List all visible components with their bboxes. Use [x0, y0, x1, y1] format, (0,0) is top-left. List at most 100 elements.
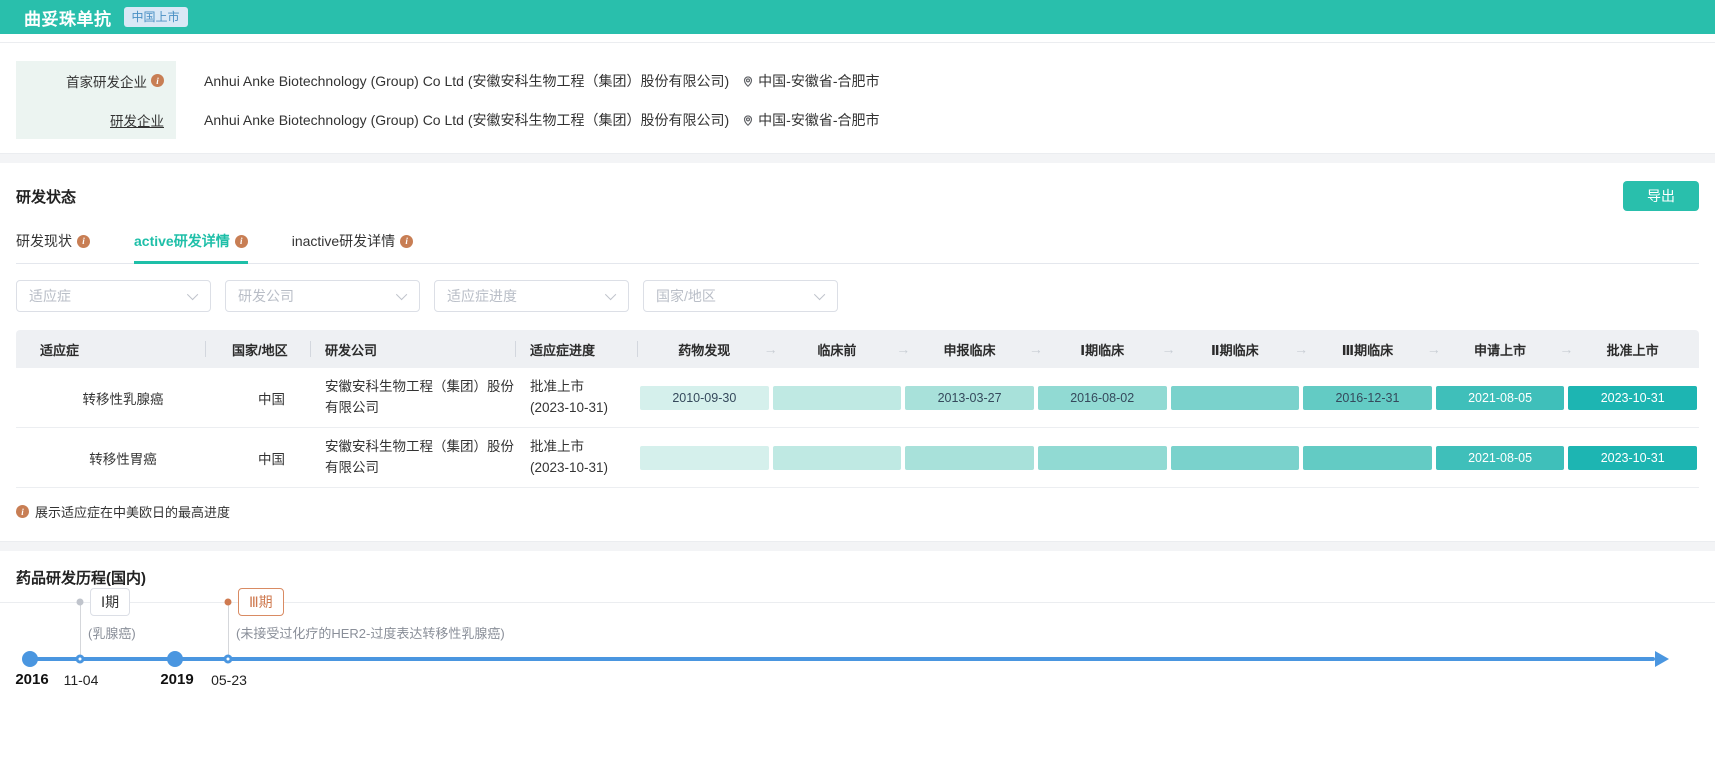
export-button[interactable]: 导出: [1623, 181, 1699, 211]
drug-header-bar: 曲妥珠单抗 中国上市: [0, 0, 1715, 34]
phase-bar: 2013-03-27: [905, 386, 1034, 410]
first-developer-row: 首家研发企业 i Anhui Anke Biotechnology (Group…: [16, 61, 1699, 100]
first-developer-label-cell: 首家研发企业 i: [16, 61, 176, 100]
header-progress: 适应症进度: [516, 340, 638, 359]
drug-name: 曲妥珠单抗: [24, 5, 112, 30]
arrow-right-icon: →: [1427, 341, 1441, 357]
phase-bar: [1038, 446, 1167, 470]
info-icon[interactable]: i: [235, 235, 248, 248]
filter-bar: 适应症 研发公司 适应症进度 国家/地区: [16, 280, 1699, 312]
event-dot-0523[interactable]: [224, 655, 233, 664]
info-icon[interactable]: i: [151, 74, 164, 87]
table-row: 转移性胃癌 中国 安徽安科生物工程（集团）股份有限公司 批准上市 (2023-1…: [16, 428, 1699, 488]
chevron-down-icon: [605, 289, 616, 300]
row2-company: 安徽安科生物工程（集团）股份有限公司: [311, 437, 516, 479]
info-icon: i: [16, 505, 29, 518]
chevron-down-icon: [814, 289, 825, 300]
timeline-riser: [80, 603, 81, 659]
filter-indication[interactable]: 适应症: [16, 280, 211, 312]
first-developer-company[interactable]: Anhui Anke Biotechnology (Group) Co Ltd …: [204, 71, 729, 91]
developer-row: 研发企业 Anhui Anke Biotechnology (Group) Co…: [16, 100, 1699, 139]
phase-bar: [1171, 446, 1300, 470]
timeline-section-title: 药品研发历程(国内): [16, 570, 146, 587]
phase-header-preclinical: 临床前→: [771, 340, 904, 359]
phase3-box[interactable]: Ⅲ期: [238, 588, 284, 616]
tab-rd-current-label: 研发现状: [16, 231, 72, 251]
development-timeline: Ⅰ期 (乳腺癌) Ⅲ期 (未接受过化疗的HER2-过度表达转移性乳腺癌) 201…: [0, 603, 1715, 778]
tab-inactive-rd-detail-label: inactive研发详情: [292, 231, 395, 251]
phase-bar: 2023-10-31: [1568, 386, 1697, 410]
arrow-right-icon: →: [1294, 341, 1308, 357]
phase3-marker-dot: [225, 599, 232, 606]
chevron-down-icon: [396, 289, 407, 300]
filter-country[interactable]: 国家/地区: [643, 280, 838, 312]
year-dot-2019: [167, 651, 183, 667]
timeline-axis: [30, 657, 1655, 661]
developer-location: 中国-安徽省-合肥市: [741, 110, 879, 130]
developer-value: Anhui Anke Biotechnology (Group) Co Ltd …: [176, 110, 1699, 130]
phase-headers: 药物发现→ 临床前→ 申报临床→ Ⅰ期临床→ Ⅱ期临床→ Ⅲ期临床→ 申请上市→…: [638, 340, 1699, 359]
developer-label[interactable]: 研发企业: [110, 110, 164, 130]
year-dot-2016: [22, 651, 38, 667]
phase-header-nda: 申请上市→: [1434, 340, 1567, 359]
rd-status-section: 研发状态 导出 研发现状 i active研发详情 i inactive研发详情…: [0, 181, 1715, 521]
filter-indication-progress[interactable]: 适应症进度: [434, 280, 629, 312]
date-label-0523: 05-23: [211, 672, 247, 688]
arrow-right-icon: →: [1029, 341, 1043, 357]
phase1-marker-dot: [77, 599, 84, 606]
arrow-right-icon: →: [764, 341, 778, 357]
tab-active-rd-detail-label: active研发详情: [134, 231, 230, 251]
chevron-down-icon: [187, 289, 198, 300]
year-label-2016: 2016: [15, 671, 48, 688]
filter-company-placeholder: 研发公司: [238, 286, 294, 306]
row1-company: 安徽安科生物工程（集团）股份有限公司: [311, 377, 516, 419]
phase1-detail: (乳腺癌): [88, 623, 136, 642]
phase-bar: [773, 446, 902, 470]
phase-bar: 2021-08-05: [1436, 446, 1565, 470]
first-developer-location: 中国-安徽省-合肥市: [741, 71, 879, 91]
phase-bar: 2021-08-05: [1436, 386, 1565, 410]
phase-header-approved: 批准上市: [1566, 340, 1699, 359]
tab-rd-current[interactable]: 研发现状 i: [16, 231, 90, 263]
date-label-1104: 11-04: [64, 672, 99, 688]
developer-location-text: 中国-安徽省-合肥市: [758, 110, 879, 130]
header-company: 研发公司: [311, 340, 516, 359]
phase-header-phase3: Ⅲ期临床→: [1301, 340, 1434, 359]
info-icon[interactable]: i: [400, 235, 413, 248]
year-label-2019: 2019: [160, 671, 193, 688]
phase-bar: [1171, 386, 1300, 410]
first-developer-label: 首家研发企业: [66, 71, 147, 91]
arrow-right-icon: →: [896, 341, 910, 357]
phase-header-discovery: 药物发现→: [638, 340, 771, 359]
section-gap: [0, 541, 1715, 551]
filter-indication-placeholder: 适应症: [29, 286, 71, 306]
tab-active-rd-detail[interactable]: active研发详情 i: [134, 231, 248, 263]
info-icon[interactable]: i: [77, 235, 90, 248]
phase-bar: [1303, 446, 1432, 470]
row2-phase-bars: 2021-08-05 2023-10-31: [638, 446, 1699, 470]
phase1-box[interactable]: Ⅰ期: [90, 588, 130, 616]
section-gap: [0, 153, 1715, 163]
header-country: 国家/地区: [206, 340, 311, 359]
timeline-arrowhead-icon: [1655, 651, 1669, 667]
table-header: 适应症 国家/地区 研发公司 适应症进度 药物发现→ 临床前→ 申报临床→ Ⅰ期…: [16, 330, 1699, 368]
row2-indication: 转移性胃癌: [16, 448, 206, 468]
developer-company[interactable]: Anhui Anke Biotechnology (Group) Co Ltd …: [204, 110, 729, 130]
row1-country: 中国: [206, 388, 311, 408]
phase-bar: 2016-12-31: [1303, 386, 1432, 410]
arrow-right-icon: →: [1559, 341, 1573, 357]
footnote-text: 展示适应症在中美欧日的最高进度: [35, 502, 230, 521]
phase-bar: 2016-08-02: [1038, 386, 1167, 410]
header-divider: [0, 34, 1715, 43]
event-dot-1104[interactable]: [76, 655, 85, 664]
phase3-detail: (未接受过化疗的HER2-过度表达转移性乳腺癌): [236, 623, 505, 642]
location-pin-icon: [741, 74, 755, 88]
tab-inactive-rd-detail[interactable]: inactive研发详情 i: [292, 231, 413, 263]
phase-bar: [773, 386, 902, 410]
first-developer-value: Anhui Anke Biotechnology (Group) Co Ltd …: [176, 71, 1699, 91]
developer-label-cell: 研发企业: [16, 100, 176, 139]
rd-detail-table: 适应症 国家/地区 研发公司 适应症进度 药物发现→ 临床前→ 申报临床→ Ⅰ期…: [16, 330, 1699, 488]
filter-company[interactable]: 研发公司: [225, 280, 420, 312]
row2-progress: 批准上市 (2023-10-31): [516, 437, 638, 479]
phase-bar: [905, 446, 1034, 470]
